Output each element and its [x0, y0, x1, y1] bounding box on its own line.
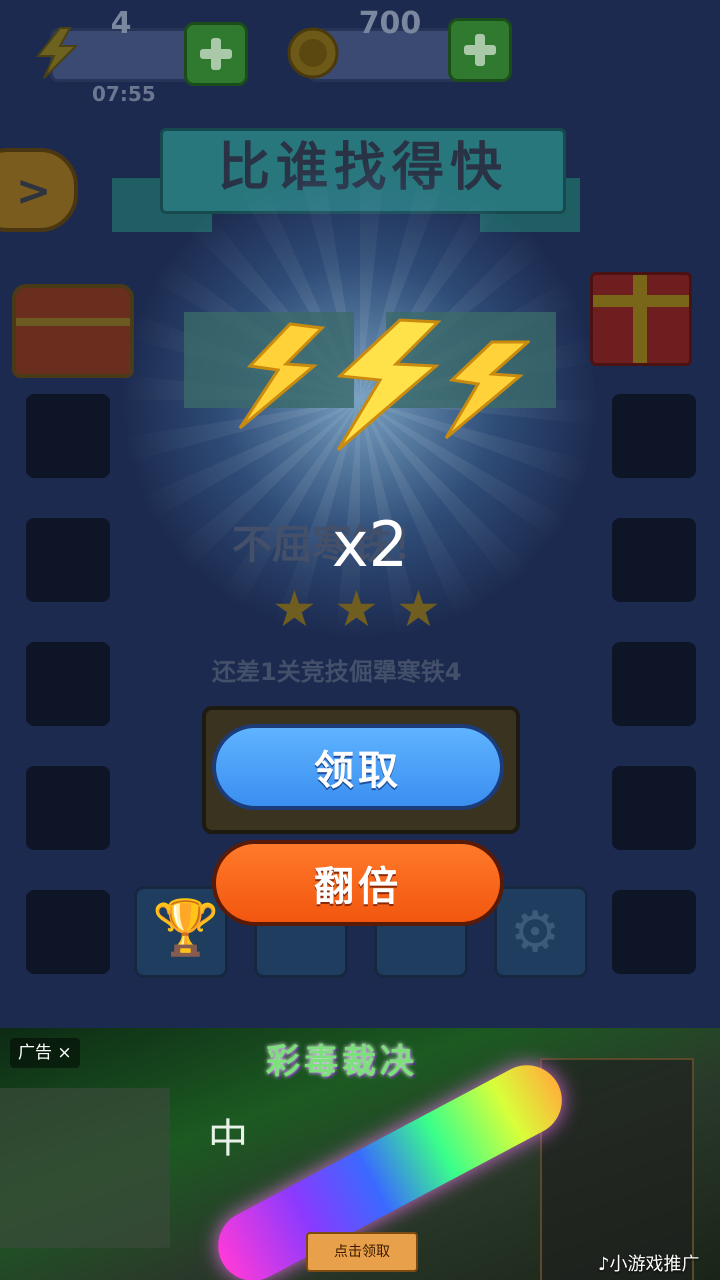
coin-icon: [287, 27, 339, 79]
ad-close-tag[interactable]: 广告 ×: [10, 1038, 80, 1068]
lightning-bolt-icon: [444, 340, 530, 440]
star-icon: ★: [334, 580, 379, 638]
reward-multiplier: x2: [331, 508, 409, 581]
level-slot[interactable]: [26, 394, 110, 478]
star-icon: ★: [396, 580, 441, 638]
ad-scenery: [0, 1088, 170, 1248]
energy-bolt-icon: [35, 27, 79, 79]
level-slot[interactable]: [26, 642, 110, 726]
level-slot[interactable]: [612, 766, 696, 850]
level-slot[interactable]: [612, 642, 696, 726]
ad-title: 彩毒裁决: [266, 1042, 418, 1082]
ad-floating-text: 中: [208, 1116, 248, 1162]
add-coins-button[interactable]: [448, 18, 512, 82]
progress-hint: 还差1关竞技倔犟寒铁4: [212, 658, 462, 686]
level-slot[interactable]: [26, 766, 110, 850]
chevron-right-icon: >: [16, 166, 52, 215]
ad-cta-button[interactable]: 点击领取: [306, 1232, 418, 1272]
trophy-icon: 🏆: [152, 896, 220, 959]
level-slot[interactable]: [612, 890, 696, 974]
lightning-bolt-icon: [238, 322, 326, 430]
coin-count: 700: [358, 6, 422, 41]
ad-game-panel: [540, 1058, 694, 1280]
reward-lightning-icons: [238, 318, 530, 452]
double-reward-button[interactable]: 翻倍: [212, 840, 504, 926]
star-icon: ★: [272, 580, 317, 638]
lightning-bolt-icon: [336, 318, 442, 452]
level-slot[interactable]: [26, 518, 110, 602]
energy-count: 4: [110, 6, 132, 41]
ad-promo-label: ♪小游戏推广: [598, 1254, 700, 1275]
level-slot[interactable]: [26, 890, 110, 974]
level-slot[interactable]: [612, 394, 696, 478]
level-slot[interactable]: [612, 518, 696, 602]
ad-banner[interactable]: 彩毒裁决 中 广告 × 点击领取: [0, 1028, 720, 1280]
energy-timer: 07:55: [92, 82, 156, 106]
gear-icon: ⚙: [510, 900, 561, 965]
add-energy-button[interactable]: [184, 22, 248, 86]
side-expand-button[interactable]: >: [0, 148, 78, 232]
claim-button[interactable]: 领取: [212, 724, 504, 810]
